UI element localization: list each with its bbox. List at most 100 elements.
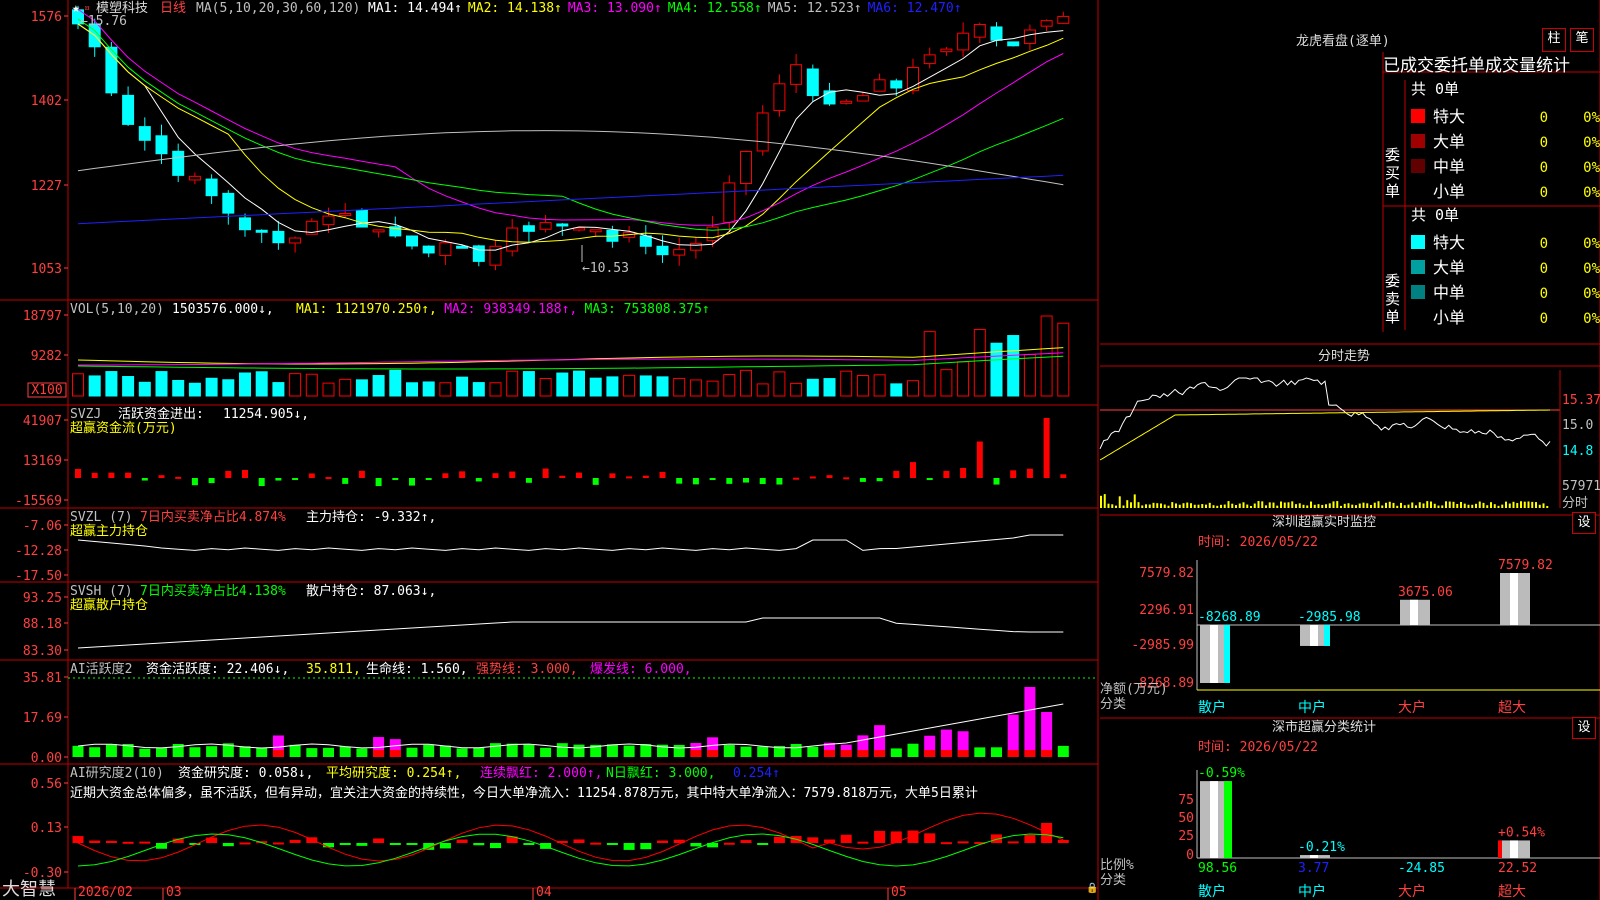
intraday-vol-bar bbox=[1201, 504, 1204, 508]
classify-bottom-label: 3.77 bbox=[1298, 861, 1329, 876]
ai-active-value: 资金活跃度: 22.406↓, bbox=[146, 661, 289, 677]
vol-bar bbox=[940, 369, 953, 397]
ai-active-base bbox=[857, 750, 869, 757]
bar-mode-button[interactable]: 柱 bbox=[1542, 28, 1566, 52]
intraday-vol-bar bbox=[1373, 502, 1376, 508]
vol-bar bbox=[1007, 335, 1020, 397]
svsh-value: 散户持仓: 87.063↓, bbox=[306, 583, 436, 599]
vol-bar bbox=[673, 377, 686, 397]
intraday-vol-bar bbox=[1306, 505, 1309, 508]
ai-active-bar bbox=[991, 747, 1002, 757]
svzj-bar bbox=[459, 471, 466, 478]
vol-bar bbox=[539, 377, 552, 397]
intraday-vol-bar bbox=[1535, 502, 1537, 508]
ai-active-bar bbox=[523, 744, 535, 757]
monitor-bar-edge bbox=[1224, 625, 1230, 683]
candle-body bbox=[990, 26, 1003, 41]
chart-canvas[interactable]: 1576 1402 1227 1053 ←15.76 ←10.53 VOL(5,10,20)… bbox=[0, 0, 1600, 900]
intraday-vol-bar bbox=[1223, 504, 1226, 508]
vol-bar bbox=[105, 371, 118, 397]
intraday-vol-bar bbox=[1167, 505, 1170, 508]
ai-active-tick: 35.81 bbox=[23, 671, 62, 686]
svzj-bar bbox=[859, 478, 866, 482]
ai-active-bar bbox=[757, 746, 769, 757]
intraday-vol-bar bbox=[1433, 503, 1436, 508]
sell-group-c1: 委 bbox=[1385, 272, 1400, 290]
vol-bar bbox=[489, 382, 502, 397]
classify-bottom-label: 98.56 bbox=[1198, 861, 1237, 876]
sell-row-pct: 0% bbox=[1583, 311, 1600, 327]
vol-bar bbox=[272, 382, 285, 397]
vol-bar bbox=[138, 381, 151, 397]
candle-body bbox=[355, 209, 368, 228]
ai-research-bar bbox=[723, 842, 735, 845]
monitor-bar-highlight bbox=[1510, 573, 1518, 625]
intraday-vol-bar bbox=[1242, 502, 1245, 508]
vol-bar bbox=[606, 376, 619, 397]
candle-body bbox=[239, 217, 251, 231]
ai-active-line bbox=[77, 703, 1064, 749]
ai-active-burst: 爆发线: 6.000, bbox=[590, 661, 692, 677]
intraday-vol-bar bbox=[1118, 496, 1121, 508]
intraday-vol-bar bbox=[1482, 502, 1485, 508]
sell-row-name: 大单 bbox=[1433, 258, 1465, 277]
ai-research-bar bbox=[1057, 840, 1069, 843]
intraday-vol-bar bbox=[1107, 503, 1110, 508]
svzj-bar bbox=[893, 470, 900, 478]
ai-active-bar bbox=[356, 748, 368, 757]
ai-active-v2: 35.811, bbox=[306, 662, 361, 677]
ai-research-bar bbox=[289, 839, 301, 843]
ai-active-bar bbox=[790, 743, 802, 757]
ai-active-bar bbox=[339, 746, 351, 757]
intraday-vol-bar bbox=[1478, 501, 1481, 508]
period-label[interactable]: 日线 bbox=[160, 1, 186, 16]
intraday-vol-bar bbox=[1463, 503, 1466, 508]
intraday-vol-bar bbox=[1448, 501, 1451, 508]
ai-active-base bbox=[1007, 750, 1019, 757]
classify-y-tick: 75 bbox=[1178, 793, 1194, 808]
ai-active-bar bbox=[606, 744, 618, 757]
intraday-vol-bar bbox=[1280, 501, 1282, 508]
svzj-bar bbox=[492, 473, 499, 478]
intraday-vol-bar bbox=[1268, 502, 1271, 508]
monitor-y-tick: 2296.91 bbox=[1139, 603, 1194, 618]
intraday-vol-bar bbox=[1505, 501, 1507, 508]
monitor-bar-4 bbox=[1500, 573, 1530, 625]
candle-body bbox=[188, 175, 201, 181]
ai-research-bar bbox=[490, 843, 501, 849]
intraday-vol-bar bbox=[1377, 501, 1380, 508]
svzj-bar bbox=[242, 470, 248, 478]
vol-bar bbox=[706, 380, 719, 397]
intraday-vol-bar bbox=[1212, 505, 1215, 508]
flag-icon[interactable]: ¤ bbox=[84, 1, 90, 16]
intraday-vol-bar bbox=[1130, 502, 1132, 508]
svzj-bar bbox=[609, 473, 616, 478]
ai-active-bar bbox=[573, 744, 585, 757]
intraday-vol-bar bbox=[1313, 504, 1316, 508]
intraday-vol-bar bbox=[1171, 502, 1174, 508]
star-icon[interactable]: ★ bbox=[72, 1, 80, 16]
ma-value-5: MA5: 12.523↑ bbox=[767, 1, 862, 16]
vol-bar bbox=[589, 377, 602, 397]
pen-mode-button[interactable]: 笔 bbox=[1570, 28, 1594, 52]
monitor-bar-2 bbox=[1300, 625, 1330, 646]
monitor-settings-button[interactable]: 设 bbox=[1572, 512, 1596, 534]
intraday-vol-bar bbox=[1366, 503, 1369, 508]
candle-body bbox=[890, 80, 903, 89]
sell-group-c2: 卖 bbox=[1385, 290, 1400, 308]
intraday-vol-bar bbox=[1238, 503, 1241, 508]
monitor-y-tick: -2985.99 bbox=[1131, 638, 1194, 653]
ai-active-tick: 0.00 bbox=[31, 751, 62, 766]
classify-settings-button[interactable]: 设 bbox=[1572, 717, 1596, 739]
intraday-axis-label: 14.8 bbox=[1562, 444, 1593, 459]
ai-research-nday: N日飘红: 3.000, bbox=[606, 765, 715, 781]
ai-active-bar bbox=[890, 748, 902, 757]
candle-body bbox=[923, 54, 936, 65]
vol-bar bbox=[255, 371, 268, 397]
svzj-bar bbox=[976, 441, 983, 478]
classify-category: 中户 bbox=[1298, 883, 1326, 900]
vol-bar bbox=[372, 375, 385, 397]
vol-bar bbox=[1057, 322, 1070, 397]
classify-top-label: -0.21% bbox=[1298, 840, 1345, 855]
svzl-value: 主力持仓: -9.332↑, bbox=[306, 510, 436, 525]
